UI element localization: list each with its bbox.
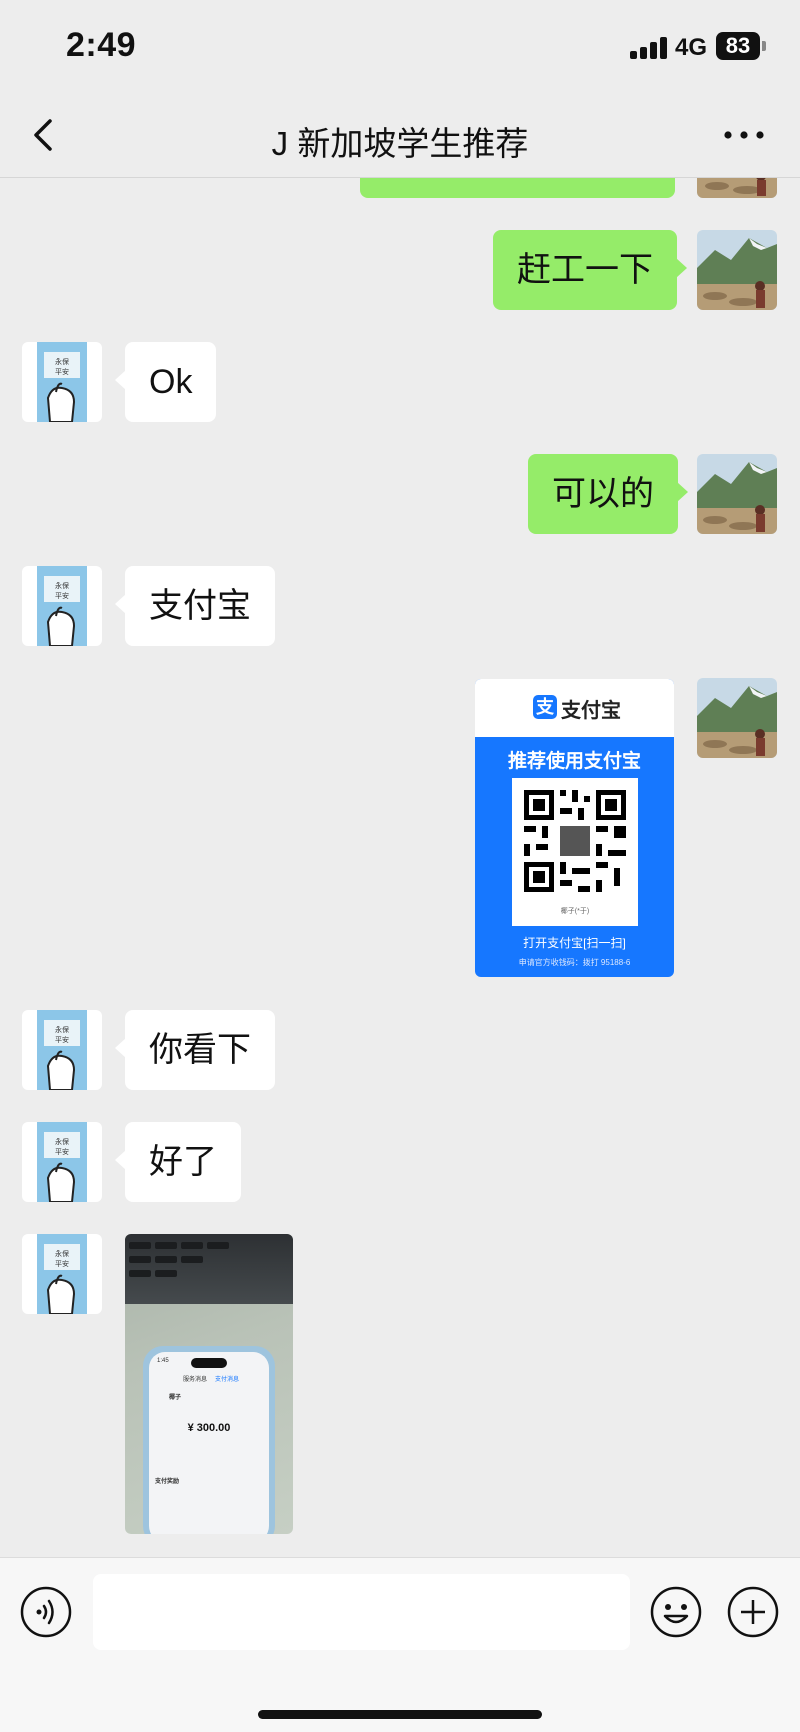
alipay-apply-hint: 申请官方收钱码：拨打 95188-6 xyxy=(518,958,631,967)
my-avatar[interactable] xyxy=(697,678,777,758)
chat-area[interactable]: 赶工一下 永保 平安 Ok 可以的 永保 平安 支付宝 支 支付宝 推荐使用支付宝 xyxy=(0,178,800,1556)
photo-amount: ¥ 300.00 xyxy=(187,1422,231,1434)
battery-tip xyxy=(762,41,766,51)
alipay-brand: 支付宝 xyxy=(561,700,621,722)
photo-message[interactable]: 1:45 服务消息 支付消息 椰子 ¥ 300.00 支付奖励 xyxy=(125,1234,293,1534)
message-bubble[interactable]: 赶工一下 xyxy=(493,230,687,310)
status-bar: 2:49 4G 83 xyxy=(0,0,800,95)
svg-text:平安: 平安 xyxy=(55,1259,69,1268)
alipay-heading: 推荐使用支付宝 xyxy=(507,751,641,772)
my-avatar[interactable] xyxy=(697,178,777,198)
alipay-open-hint: 打开支付宝[扫一扫] xyxy=(523,936,626,950)
chat-title: J 新加坡学生推荐 xyxy=(271,125,529,162)
emoji-icon[interactable] xyxy=(650,1586,702,1638)
input-bar xyxy=(0,1557,800,1732)
message-bubble[interactable]: Ok xyxy=(114,342,217,422)
message-bubble[interactable]: 支付宝 xyxy=(115,566,275,646)
qr-code: 椰子(*于) xyxy=(512,778,638,926)
contact-avatar[interactable]: 永保 平安 xyxy=(22,342,102,422)
svg-text:永保: 永保 xyxy=(55,1137,69,1146)
photo-tab-service: 服务消息 xyxy=(183,1377,208,1383)
home-indicator[interactable] xyxy=(258,1710,542,1719)
photo-tab-pay: 支付消息 xyxy=(215,1377,240,1383)
battery-icon: 83 xyxy=(716,32,760,60)
contact-avatar[interactable]: 永保 平安 xyxy=(22,566,102,646)
message-bubble[interactable]: 可以的 xyxy=(528,454,688,534)
message-input[interactable] xyxy=(93,1574,630,1650)
svg-text:平安: 平安 xyxy=(55,1035,69,1044)
svg-text:平安: 平安 xyxy=(55,591,69,600)
voice-icon[interactable] xyxy=(20,1586,72,1638)
status-time: 2:49 xyxy=(66,26,137,64)
more-icon[interactable] xyxy=(720,125,770,145)
svg-text:永保: 永保 xyxy=(55,1025,69,1034)
alipay-qr-image[interactable]: 支 支付宝 推荐使用支付宝 椰子(*于) 打开支付宝[扫一扫] 申请官方收钱码：… xyxy=(475,679,674,977)
contact-avatar[interactable]: 永保 平安 xyxy=(22,1122,102,1202)
message-bubble[interactable]: 你看下 xyxy=(115,1010,275,1090)
my-avatar[interactable] xyxy=(697,230,777,310)
message-bubble[interactable] xyxy=(360,178,675,198)
plus-icon[interactable] xyxy=(727,1586,779,1638)
photo-payee: 椰子 xyxy=(169,1395,182,1401)
nav-bar: J 新加坡学生推荐 xyxy=(0,95,800,178)
alipay-header: 支 支付宝 xyxy=(475,679,674,737)
qr-owner-name: 椰子(*于) xyxy=(560,908,590,915)
contact-avatar[interactable]: 永保 平安 xyxy=(22,1234,102,1314)
message-bubble[interactable]: 好了 xyxy=(115,1122,241,1202)
svg-text:永保: 永保 xyxy=(55,357,69,366)
phone-screen: 1:45 服务消息 支付消息 椰子 ¥ 300.00 支付奖励 xyxy=(149,1352,269,1534)
svg-text:永保: 永保 xyxy=(55,1249,69,1258)
contact-avatar[interactable]: 永保 平安 xyxy=(22,1010,102,1090)
phone-in-photo: 1:45 服务消息 支付消息 椰子 ¥ 300.00 支付奖励 xyxy=(143,1346,275,1534)
svg-text:永保: 永保 xyxy=(55,581,69,590)
network-type: 4G xyxy=(675,34,708,61)
alipay-logo-icon: 支 xyxy=(533,695,557,719)
photo-section: 支付奖励 xyxy=(155,1479,180,1485)
signal-icon xyxy=(630,37,668,59)
svg-text:平安: 平安 xyxy=(55,1147,69,1156)
dynamic-island xyxy=(191,1358,227,1368)
photo-phone-time: 1:45 xyxy=(157,1358,169,1364)
my-avatar[interactable] xyxy=(697,454,777,534)
svg-text:平安: 平安 xyxy=(55,367,69,376)
laptop-keyboard xyxy=(125,1234,293,1304)
